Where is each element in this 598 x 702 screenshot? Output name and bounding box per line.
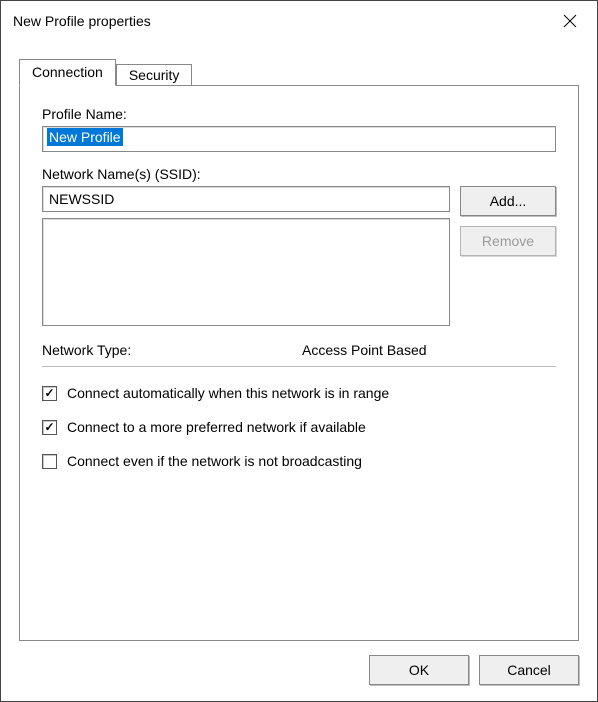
checkmark-icon: ✓ [44, 421, 54, 433]
ssid-listbox[interactable] [42, 218, 450, 326]
check-not-broadcasting[interactable] [42, 454, 57, 469]
close-icon [563, 14, 577, 28]
network-type-label: Network Type: [42, 342, 302, 358]
dialog-content: Connection Security Profile Name: New Pr… [1, 41, 597, 641]
ssid-left: NEWSSID [42, 186, 450, 326]
ssid-value: NEWSSID [49, 191, 114, 207]
close-button[interactable] [547, 5, 593, 37]
check-auto-connect-label: Connect automatically when this network … [67, 385, 389, 401]
add-button[interactable]: Add... [460, 186, 556, 216]
tab-panel-connection: Profile Name: New Profile Network Name(s… [19, 85, 579, 641]
check-more-preferred[interactable]: ✓ [42, 420, 57, 435]
check-more-preferred-row: ✓ Connect to a more preferred network if… [42, 419, 556, 435]
ok-button[interactable]: OK [369, 655, 469, 685]
profile-name-input[interactable]: New Profile [42, 126, 556, 152]
check-not-broadcasting-label: Connect even if the network is not broad… [67, 453, 362, 469]
ssid-label: Network Name(s) (SSID): [42, 166, 556, 182]
tab-security[interactable]: Security [116, 64, 193, 85]
check-not-broadcasting-row: Connect even if the network is not broad… [42, 453, 556, 469]
window-title: New Profile properties [13, 13, 151, 29]
checkbox-group: ✓ Connect automatically when this networ… [42, 385, 556, 469]
tabs-row: Connection Security [19, 55, 579, 85]
dialog-button-row: OK Cancel [1, 641, 597, 701]
check-auto-connect[interactable]: ✓ [42, 386, 57, 401]
ssid-input[interactable]: NEWSSID [42, 186, 450, 212]
checkmark-icon: ✓ [44, 387, 54, 399]
check-more-preferred-label: Connect to a more preferred network if a… [67, 419, 366, 435]
network-type-row: Network Type: Access Point Based [42, 342, 556, 367]
network-type-value: Access Point Based [302, 342, 427, 358]
profile-name-label: Profile Name: [42, 106, 556, 122]
profile-name-value: New Profile [47, 128, 123, 146]
titlebar: New Profile properties [1, 1, 597, 41]
tab-connection[interactable]: Connection [19, 59, 116, 86]
dialog-window: New Profile properties Connection Securi… [0, 0, 598, 702]
ssid-row: NEWSSID Add... Remove [42, 186, 556, 326]
cancel-button[interactable]: Cancel [479, 655, 579, 685]
ssid-buttons: Add... Remove [460, 186, 556, 256]
check-auto-connect-row: ✓ Connect automatically when this networ… [42, 385, 556, 401]
remove-button: Remove [460, 226, 556, 256]
